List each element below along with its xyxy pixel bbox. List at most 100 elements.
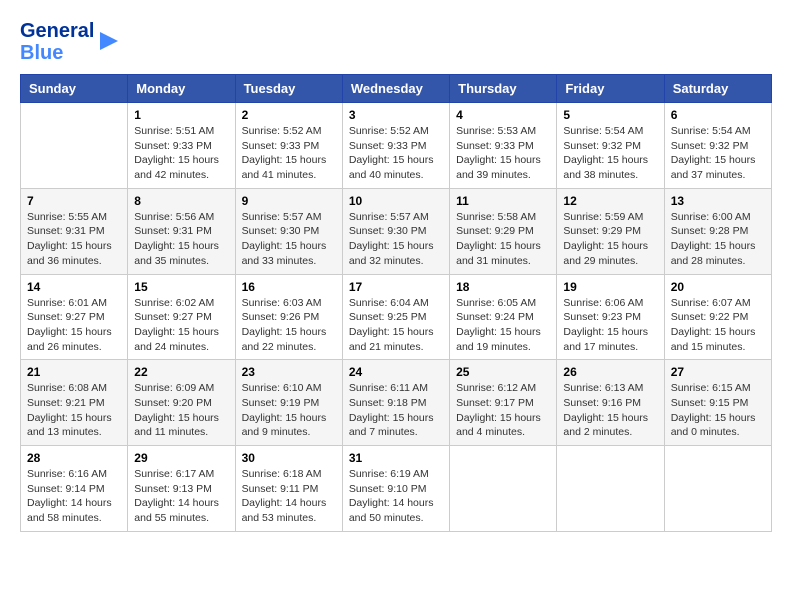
- calendar-cell: 3Sunrise: 5:52 AM Sunset: 9:33 PM Daylig…: [342, 103, 449, 189]
- day-info: Sunrise: 6:03 AM Sunset: 9:26 PM Dayligh…: [242, 296, 336, 355]
- day-info: Sunrise: 6:04 AM Sunset: 9:25 PM Dayligh…: [349, 296, 443, 355]
- weekday-header-monday: Monday: [128, 75, 235, 103]
- day-number: 18: [456, 280, 550, 294]
- calendar-cell: 1Sunrise: 5:51 AM Sunset: 9:33 PM Daylig…: [128, 103, 235, 189]
- calendar-cell: 4Sunrise: 5:53 AM Sunset: 9:33 PM Daylig…: [450, 103, 557, 189]
- day-info: Sunrise: 6:08 AM Sunset: 9:21 PM Dayligh…: [27, 381, 121, 440]
- day-info: Sunrise: 6:11 AM Sunset: 9:18 PM Dayligh…: [349, 381, 443, 440]
- day-info: Sunrise: 6:01 AM Sunset: 9:27 PM Dayligh…: [27, 296, 121, 355]
- calendar-week-5: 28 Sunrise: 6:16 AM Sunset: 9:14 PM Dayli…: [21, 446, 772, 532]
- calendar-cell: 25Sunrise: 6:12 AM Sunset: 9:17 PM Dayli…: [450, 360, 557, 446]
- day-info: Sunrise: 5:55 AM Sunset: 9:31 PM Dayligh…: [27, 210, 121, 269]
- calendar-table: SundayMondayTuesdayWednesdayThursdayFrid…: [20, 74, 772, 532]
- calendar-cell: 19 Sunrise: 6:06 AM Sunset: 9:23 PM Dayli…: [557, 274, 664, 360]
- day-info: Sunrise: 6:02 AM Sunset: 9:27 PM Dayligh…: [134, 296, 228, 355]
- day-info: Sunrise: 5:54 AM Sunset: 9:32 PM Dayligh…: [671, 124, 765, 183]
- day-info: Sunrise: 6:00 AM Sunset: 9:28 PM Dayligh…: [671, 210, 765, 269]
- day-number: 21: [27, 365, 121, 379]
- day-number: 25: [456, 365, 550, 379]
- calendar-cell: 16 Sunrise: 6:03 AM Sunset: 9:26 PM Dayli…: [235, 274, 342, 360]
- day-info: Sunrise: 5:51 AM Sunset: 9:33 PM Dayligh…: [134, 124, 228, 183]
- calendar-cell: 17Sunrise: 6:04 AM Sunset: 9:25 PM Dayli…: [342, 274, 449, 360]
- calendar-cell: [21, 103, 128, 189]
- day-number: 10: [349, 194, 443, 208]
- day-info: Sunrise: 5:58 AM Sunset: 9:29 PM Dayligh…: [456, 210, 550, 269]
- weekday-header-row: SundayMondayTuesdayWednesdayThursdayFrid…: [21, 75, 772, 103]
- calendar-cell: [557, 446, 664, 532]
- calendar-week-3: 14 Sunrise: 6:01 AM Sunset: 9:27 PM Dayli…: [21, 274, 772, 360]
- calendar-cell: 29Sunrise: 6:17 AM Sunset: 9:13 PM Dayli…: [128, 446, 235, 532]
- calendar-week-1: 1Sunrise: 5:51 AM Sunset: 9:33 PM Daylig…: [21, 103, 772, 189]
- day-number: 7: [27, 194, 121, 208]
- weekday-header-saturday: Saturday: [664, 75, 771, 103]
- weekday-header-thursday: Thursday: [450, 75, 557, 103]
- day-number: 28: [27, 451, 121, 465]
- day-info: Sunrise: 5:57 AM Sunset: 9:30 PM Dayligh…: [349, 210, 443, 269]
- calendar-cell: 18 Sunrise: 6:05 AM Sunset: 9:24 PM Dayli…: [450, 274, 557, 360]
- day-info: Sunrise: 6:05 AM Sunset: 9:24 PM Dayligh…: [456, 296, 550, 355]
- day-info: Sunrise: 6:06 AM Sunset: 9:23 PM Dayligh…: [563, 296, 657, 355]
- calendar-cell: 10 Sunrise: 5:57 AM Sunset: 9:30 PM Dayli…: [342, 188, 449, 274]
- calendar-week-4: 21 Sunrise: 6:08 AM Sunset: 9:21 PM Dayli…: [21, 360, 772, 446]
- day-info: Sunrise: 5:56 AM Sunset: 9:31 PM Dayligh…: [134, 210, 228, 269]
- weekday-header-friday: Friday: [557, 75, 664, 103]
- day-info: Sunrise: 6:19 AM Sunset: 9:10 PM Dayligh…: [349, 467, 443, 526]
- day-number: 20: [671, 280, 765, 294]
- day-number: 3: [349, 108, 443, 122]
- day-number: 6: [671, 108, 765, 122]
- day-number: 5: [563, 108, 657, 122]
- day-number: 2: [242, 108, 336, 122]
- calendar-cell: 20Sunrise: 6:07 AM Sunset: 9:22 PM Dayli…: [664, 274, 771, 360]
- calendar-cell: 27 Sunrise: 6:15 AM Sunset: 9:15 PM Dayli…: [664, 360, 771, 446]
- day-info: Sunrise: 6:18 AM Sunset: 9:11 PM Dayligh…: [242, 467, 336, 526]
- calendar-cell: 5 Sunrise: 5:54 AM Sunset: 9:32 PM Daylig…: [557, 103, 664, 189]
- day-number: 26: [563, 365, 657, 379]
- logo: General Blue: [20, 20, 120, 64]
- day-number: 19: [563, 280, 657, 294]
- day-number: 27: [671, 365, 765, 379]
- day-info: Sunrise: 6:13 AM Sunset: 9:16 PM Dayligh…: [563, 381, 657, 440]
- calendar-cell: 7 Sunrise: 5:55 AM Sunset: 9:31 PM Daylig…: [21, 188, 128, 274]
- day-number: 31: [349, 451, 443, 465]
- day-number: 12: [563, 194, 657, 208]
- logo-blue: Blue: [20, 42, 94, 64]
- day-number: 16: [242, 280, 336, 294]
- calendar-cell: 2 Sunrise: 5:52 AM Sunset: 9:33 PM Daylig…: [235, 103, 342, 189]
- day-info: Sunrise: 6:15 AM Sunset: 9:15 PM Dayligh…: [671, 381, 765, 440]
- day-number: 23: [242, 365, 336, 379]
- day-number: 9: [242, 194, 336, 208]
- weekday-header-sunday: Sunday: [21, 75, 128, 103]
- day-number: 14: [27, 280, 121, 294]
- day-info: Sunrise: 5:53 AM Sunset: 9:33 PM Dayligh…: [456, 124, 550, 183]
- calendar-cell: 31 Sunrise: 6:19 AM Sunset: 9:10 PM Dayli…: [342, 446, 449, 532]
- day-number: 15: [134, 280, 228, 294]
- calendar-cell: 30 Sunrise: 6:18 AM Sunset: 9:11 PM Dayli…: [235, 446, 342, 532]
- calendar-cell: 23Sunrise: 6:10 AM Sunset: 9:19 PM Dayli…: [235, 360, 342, 446]
- calendar-cell: 12Sunrise: 5:59 AM Sunset: 9:29 PM Dayli…: [557, 188, 664, 274]
- day-number: 22: [134, 365, 228, 379]
- day-number: 30: [242, 451, 336, 465]
- logo-arrow-icon: [98, 30, 120, 52]
- calendar-cell: 22 Sunrise: 6:09 AM Sunset: 9:20 PM Dayli…: [128, 360, 235, 446]
- day-info: Sunrise: 5:52 AM Sunset: 9:33 PM Dayligh…: [242, 124, 336, 183]
- day-number: 8: [134, 194, 228, 208]
- calendar-cell: 8 Sunrise: 5:56 AM Sunset: 9:31 PM Daylig…: [128, 188, 235, 274]
- day-info: Sunrise: 6:09 AM Sunset: 9:20 PM Dayligh…: [134, 381, 228, 440]
- day-number: 24: [349, 365, 443, 379]
- weekday-header-wednesday: Wednesday: [342, 75, 449, 103]
- day-info: Sunrise: 6:16 AM Sunset: 9:14 PM Dayligh…: [27, 467, 121, 526]
- calendar-cell: 6 Sunrise: 5:54 AM Sunset: 9:32 PM Daylig…: [664, 103, 771, 189]
- calendar-cell: [664, 446, 771, 532]
- calendar-cell: 15 Sunrise: 6:02 AM Sunset: 9:27 PM Dayli…: [128, 274, 235, 360]
- day-number: 11: [456, 194, 550, 208]
- calendar-cell: 28 Sunrise: 6:16 AM Sunset: 9:14 PM Dayli…: [21, 446, 128, 532]
- calendar-cell: 11 Sunrise: 5:58 AM Sunset: 9:29 PM Dayli…: [450, 188, 557, 274]
- calendar-cell: 24 Sunrise: 6:11 AM Sunset: 9:18 PM Dayli…: [342, 360, 449, 446]
- day-info: Sunrise: 5:54 AM Sunset: 9:32 PM Dayligh…: [563, 124, 657, 183]
- weekday-header-tuesday: Tuesday: [235, 75, 342, 103]
- day-info: Sunrise: 5:57 AM Sunset: 9:30 PM Dayligh…: [242, 210, 336, 269]
- page-header: General Blue: [20, 20, 772, 64]
- calendar-cell: 21 Sunrise: 6:08 AM Sunset: 9:21 PM Dayli…: [21, 360, 128, 446]
- calendar-week-2: 7 Sunrise: 5:55 AM Sunset: 9:31 PM Daylig…: [21, 188, 772, 274]
- logo-general: General: [20, 20, 94, 42]
